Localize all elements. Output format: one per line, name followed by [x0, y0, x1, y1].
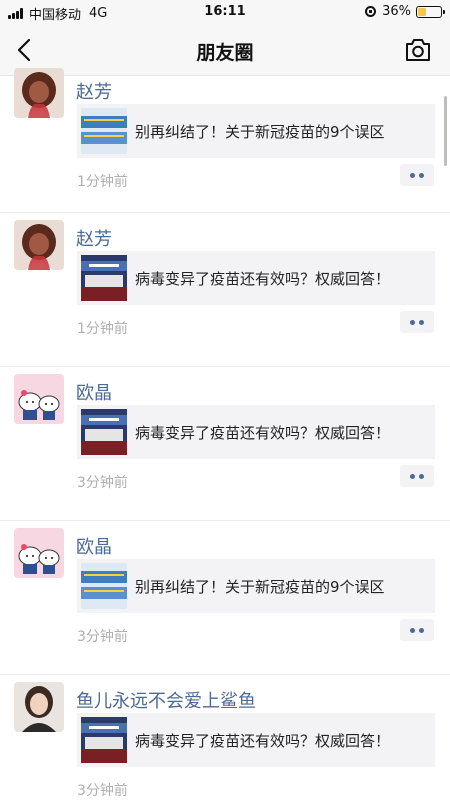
post-time: 1分钟前: [77, 321, 128, 337]
feed-post: 鱼儿永远不会爱上鲨鱼 病毒变异了疫苗还有效吗？权威回答！ 3分钟前: [0, 675, 450, 800]
camera-icon: [406, 39, 430, 61]
camera-button[interactable]: [404, 37, 432, 63]
avatar[interactable]: [14, 374, 64, 424]
status-bar: 中国移动 4G 16:11 36%: [0, 0, 450, 24]
poster-name[interactable]: 欧晶: [76, 379, 112, 405]
article-title: 别再纠结了！关于新冠疫苗的9个误区: [135, 577, 385, 596]
dot-icon: [410, 473, 415, 479]
moments-feed[interactable]: 赵芳 别再纠结了！关于新冠疫苗的9个误区 1分钟前 赵芳 病毒变异了疫苗还有效吗…: [0, 68, 450, 800]
battery-percent: 36%: [382, 4, 411, 19]
article-thumbnail: [81, 563, 127, 609]
dot-icon: [410, 172, 415, 178]
shared-article-card[interactable]: 病毒变异了疫苗还有效吗？权威回答！: [77, 251, 435, 305]
article-thumbnail: [81, 409, 127, 455]
post-time: 3分钟前: [77, 783, 128, 799]
poster-name[interactable]: 赵芳: [76, 78, 112, 104]
article-title: 病毒变异了疫苗还有效吗？权威回答！: [135, 423, 391, 442]
dot-icon: [419, 319, 424, 325]
feed-post: 赵芳 病毒变异了疫苗还有效吗？权威回答！ 1分钟前: [0, 213, 450, 367]
shared-article-card[interactable]: 病毒变异了疫苗还有效吗？权威回答！: [77, 405, 435, 459]
avatar[interactable]: [14, 68, 64, 118]
post-time: 3分钟前: [77, 475, 128, 491]
poster-name[interactable]: 赵芳: [76, 225, 112, 251]
status-right: 36%: [365, 4, 445, 19]
article-thumbnail: [81, 108, 127, 154]
post-time: 1分钟前: [77, 174, 128, 190]
shared-article-card[interactable]: 别再纠结了！关于新冠疫苗的9个误区: [77, 104, 435, 158]
more-options-button[interactable]: [400, 619, 434, 641]
post-time: 3分钟前: [77, 629, 128, 645]
shared-article-card[interactable]: 病毒变异了疫苗还有效吗？权威回答！: [77, 713, 435, 767]
article-title: 病毒变异了疫苗还有效吗？权威回答！: [135, 731, 391, 750]
article-thumbnail: [81, 255, 127, 301]
shared-article-card[interactable]: 别再纠结了！关于新冠疫苗的9个误区: [77, 559, 435, 613]
battery-icon: [416, 5, 445, 18]
dot-icon: [410, 319, 415, 325]
page-title: 朋友圈: [196, 42, 254, 64]
article-title: 别再纠结了！关于新冠疫苗的9个误区: [135, 122, 385, 141]
dot-icon: [410, 627, 415, 633]
feed-post: 欧晶 病毒变异了疫苗还有效吗？权威回答！ 3分钟前: [0, 367, 450, 521]
feed-post: 赵芳 别再纠结了！关于新冠疫苗的9个误区 1分钟前: [0, 68, 450, 213]
more-options-button[interactable]: [400, 311, 434, 333]
battery-fill: [418, 7, 426, 16]
more-options-button[interactable]: [400, 164, 434, 186]
avatar[interactable]: [14, 220, 64, 270]
feed-post: 欧晶 别再纠结了！关于新冠疫苗的9个误区 3分钟前: [0, 521, 450, 675]
article-title: 病毒变异了疫苗还有效吗？权威回答！: [135, 269, 391, 288]
more-options-button[interactable]: [400, 465, 434, 487]
dot-icon: [419, 627, 424, 633]
avatar[interactable]: [14, 682, 64, 732]
rotation-lock-icon: [365, 6, 377, 17]
article-thumbnail: [81, 717, 127, 763]
dot-icon: [419, 172, 424, 178]
nav-bar: 朋友圈: [0, 24, 450, 76]
avatar[interactable]: [14, 528, 64, 578]
poster-name[interactable]: 欧晶: [76, 533, 112, 559]
dot-icon: [419, 473, 424, 479]
scrollbar[interactable]: [444, 96, 447, 166]
poster-name[interactable]: 鱼儿永远不会爱上鲨鱼: [76, 687, 256, 713]
